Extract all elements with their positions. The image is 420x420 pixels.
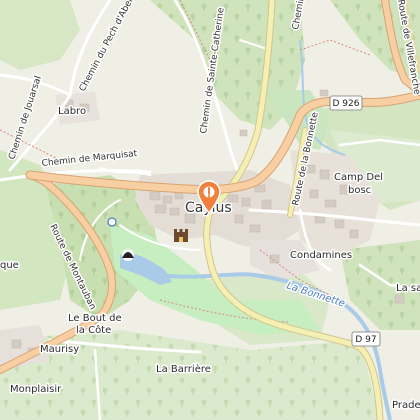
place-label-labro: Labro	[58, 106, 86, 117]
road-shield-d926-label: D 926	[333, 99, 360, 109]
place-label-camp-del-1: Camp Del	[334, 172, 383, 183]
road-label-chemin-marquisat: Chemin de Marquisat	[41, 149, 138, 169]
place-label-le-bout-2: la Côte	[76, 324, 111, 336]
road-label-route-bonnette: Route de la Bonnette	[291, 111, 321, 207]
place-label-que: que	[0, 260, 19, 271]
road-label-route-montauban: Route de Montauban	[47, 223, 97, 312]
place-label-condamines: Condamines	[290, 250, 352, 261]
road-shield-d97-label: D 97	[355, 335, 376, 345]
road-label-chemin-catherine: Chemin de Sainte-Catherine	[199, 7, 227, 135]
road-label-route-villefranche: Route de Villefranche	[395, 0, 420, 96]
location-pin-icon[interactable]	[196, 180, 222, 214]
road-label-chemin-pech: Chemin du Pech d'Abel	[78, 0, 136, 93]
road-label-chemin-jouarsal: Chemin de Jouarsal	[7, 75, 43, 161]
road-shield-d97: D 97	[351, 331, 381, 347]
place-label-la-sa: La sa	[396, 283, 420, 294]
place-label-prade: Prade	[392, 400, 420, 411]
river-label-la-bonnette: La Bonnette	[285, 280, 346, 309]
place-label-monplaisir: Monplaisir	[10, 384, 62, 395]
place-label-le-bout-1: Le Bout de	[68, 313, 122, 324]
place-label-maurisy: Maurisy	[40, 344, 79, 355]
place-label-la-barriere: La Barrière	[156, 363, 211, 375]
road-label-chemin-small: Chemin	[291, 0, 307, 31]
place-label-camp-del-2: bosc	[348, 185, 371, 196]
map-canvas[interactable]: D 926 D 97 Chemin de Marquisat Chemin de…	[0, 0, 420, 420]
location-pin-shape	[197, 180, 221, 214]
road-shield-d926: D 926	[329, 95, 363, 111]
